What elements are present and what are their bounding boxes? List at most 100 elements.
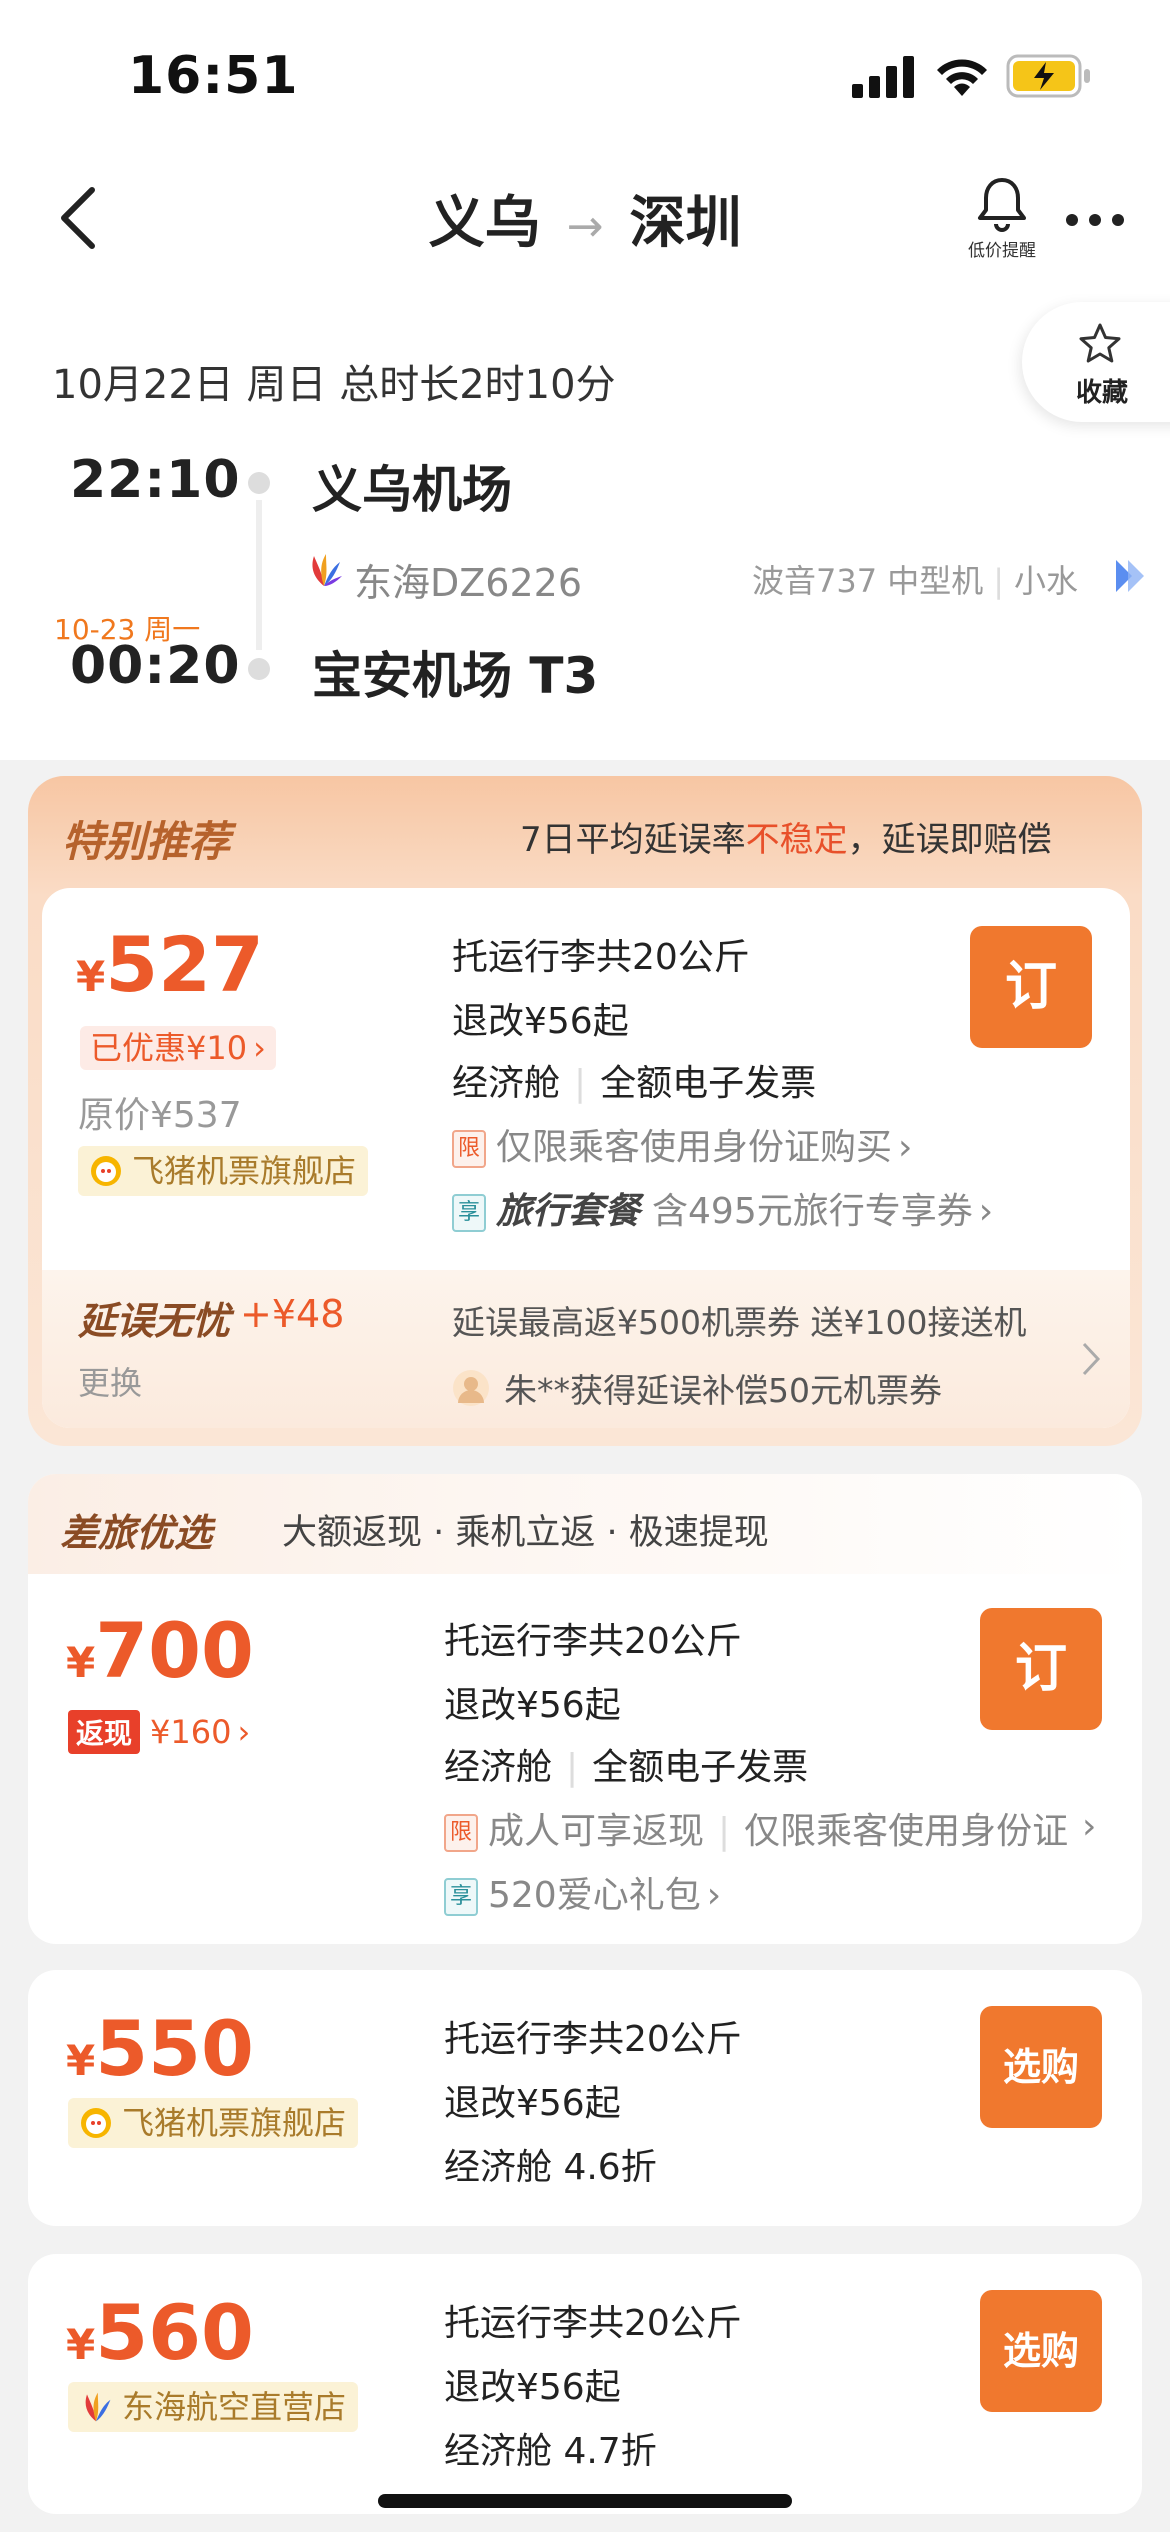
invoice-info: 全额电子发票 bbox=[592, 1747, 809, 1788]
limit-tag: 限 bbox=[444, 1814, 478, 1852]
cashback-amount: ¥160 bbox=[150, 1713, 232, 1751]
arrival-dot bbox=[248, 658, 270, 680]
chevron-right-icon[interactable]: › bbox=[1082, 1806, 1096, 1847]
refund-info: 退改¥56起 bbox=[444, 2083, 621, 2124]
fliggy-logo-icon bbox=[81, 2108, 111, 2138]
delay-insurance-price: +¥48 bbox=[240, 1292, 345, 1336]
limit-tag: 限 bbox=[452, 1130, 486, 1168]
fliggy-logo-icon bbox=[91, 1156, 121, 1186]
limit-text-2: 仅限乘客使用身份证 bbox=[744, 1811, 1069, 1852]
refund-info: 退改¥56起 bbox=[444, 2367, 621, 2408]
delay-rate-note: 7日平均延误率不稳定，延误即赔偿 bbox=[520, 812, 1052, 861]
price-value: 560 bbox=[95, 2288, 254, 2377]
favorite-button[interactable]: 收藏 bbox=[1022, 302, 1170, 422]
battery-icon bbox=[1006, 54, 1090, 98]
chevron-right-icon: › bbox=[253, 1029, 266, 1067]
departure-dot bbox=[248, 472, 270, 494]
timeline-line bbox=[256, 500, 262, 650]
buy-button[interactable]: 选购 bbox=[980, 2006, 1102, 2128]
arrival-time: 00:20 bbox=[70, 636, 241, 696]
currency-symbol: ¥ bbox=[66, 2320, 96, 2369]
cashback-badge[interactable]: 返现 ¥160 › bbox=[68, 1710, 250, 1754]
gift-text: 520爱心礼包 bbox=[488, 1875, 701, 1916]
delay-claim-info: 朱**获得延误补偿50元机票券 bbox=[452, 1364, 942, 1412]
expand-arrow-icon[interactable] bbox=[1112, 556, 1152, 596]
cabin-discount-info: 经济舱 4.7折 bbox=[444, 2431, 657, 2472]
airline-flight-number: 东海DZ6226 bbox=[354, 561, 583, 605]
destination-city: 深圳 bbox=[629, 191, 742, 256]
shop-badge: 东海航空直营店 bbox=[68, 2382, 359, 2432]
business-title: 差旅优选 bbox=[60, 1511, 213, 1555]
home-indicator[interactable] bbox=[378, 2494, 792, 2508]
currency-symbol: ¥ bbox=[66, 1638, 96, 1687]
bell-icon bbox=[978, 178, 1026, 232]
order-button[interactable]: 订 bbox=[970, 926, 1092, 1048]
cabin-invoice-info: 经济舱 | 全额电子发票 bbox=[452, 1063, 817, 1104]
enjoy-tag: 享 bbox=[444, 1878, 478, 1916]
business-price: ¥700 bbox=[66, 1606, 254, 1695]
limit-text: 仅限乘客使用身份证购买 bbox=[496, 1127, 893, 1168]
baggage-info: 托运行李共20公斤 bbox=[444, 2303, 742, 2344]
signal-icon bbox=[852, 56, 914, 98]
package-text: 含495元旅行专享券 bbox=[652, 1191, 973, 1232]
cashback-tag: 返现 bbox=[68, 1710, 141, 1754]
cabin-class: 经济舱 bbox=[452, 1063, 561, 1104]
delay-insurance-title: 延误无忧 bbox=[78, 1299, 231, 1343]
wifi-icon bbox=[937, 59, 987, 96]
refund-info: 退改¥56起 bbox=[444, 1685, 621, 1726]
price-alert-button[interactable]: 低价提醒 bbox=[960, 176, 1044, 261]
shop-name: 东海航空直营店 bbox=[122, 2388, 347, 2426]
aircraft-info: 波音737 中型机 | 小水 bbox=[752, 562, 1079, 600]
flight-date-duration: 10月22日 周日 总时长2时10分 bbox=[52, 362, 616, 408]
star-icon bbox=[1079, 323, 1121, 363]
airline-logo-icon bbox=[312, 554, 342, 586]
aircraft-extra: 小水 bbox=[1014, 562, 1079, 600]
shop-badge: 飞猪机票旗舰店 bbox=[68, 2098, 359, 2148]
chevron-right-icon: › bbox=[978, 1191, 994, 1232]
delay-note-prefix: 7日平均延误率 bbox=[520, 820, 746, 860]
avatar bbox=[453, 1370, 489, 1406]
limit-text: 成人可享返现 bbox=[488, 1811, 705, 1852]
delay-note-suffix: ，延误即赔偿 bbox=[847, 820, 1052, 860]
offer-price: ¥560 bbox=[66, 2288, 254, 2377]
more-icon[interactable] bbox=[1064, 212, 1126, 228]
chevron-right-icon: › bbox=[237, 1713, 251, 1751]
change-insurance-link[interactable]: 更换 bbox=[78, 1358, 142, 1404]
package-title: 旅行套餐 bbox=[496, 1191, 641, 1232]
special-recommend-title: 特别推荐 bbox=[62, 817, 231, 866]
special-price: ¥527 bbox=[76, 920, 264, 1009]
departure-time: 22:10 bbox=[70, 450, 241, 510]
discount-badge[interactable]: 已优惠¥10 › bbox=[80, 1026, 276, 1070]
delay-insurance-desc: 延误最高返¥500机票券 送¥100接送机 bbox=[452, 1303, 1027, 1342]
original-price: 原价¥537 bbox=[78, 1095, 242, 1136]
shop-name: 飞猪机票旗舰店 bbox=[122, 2104, 347, 2142]
shop-name: 飞猪机票旗舰店 bbox=[132, 1152, 357, 1190]
baggage-info: 托运行李共20公斤 bbox=[452, 937, 750, 978]
discount-text: 已优惠¥10 bbox=[90, 1029, 248, 1067]
price-value: 700 bbox=[95, 1606, 254, 1695]
travel-package[interactable]: 享旅行套餐 含495元旅行专享券 › bbox=[452, 1182, 993, 1234]
delay-note-highlight: 不稳定 bbox=[745, 820, 848, 860]
chevron-right-icon: › bbox=[898, 1127, 913, 1168]
price-alert-label: 低价提醒 bbox=[968, 241, 1036, 261]
enjoy-tag: 享 bbox=[452, 1194, 486, 1232]
origin-city: 义乌 bbox=[428, 191, 541, 256]
gift-package[interactable]: 享 520爱心礼包 › bbox=[444, 1866, 721, 1918]
refund-info: 退改¥56起 bbox=[452, 1001, 629, 1042]
limit-rule[interactable]: 限成人可享返现 | 仅限乘客使用身份证 bbox=[444, 1802, 1104, 1854]
limit-rule[interactable]: 限仅限乘客使用身份证购买 › bbox=[452, 1118, 912, 1170]
delay-claim-text: 朱**获得延误补偿50元机票券 bbox=[504, 1371, 942, 1410]
currency-symbol: ¥ bbox=[66, 2036, 96, 2085]
aircraft-type: 波音737 中型机 bbox=[752, 562, 984, 600]
invoice-info: 全额电子发票 bbox=[600, 1063, 817, 1104]
cabin-discount-info: 经济舱 4.6折 bbox=[444, 2147, 657, 2188]
airline-logo-icon bbox=[85, 2392, 111, 2422]
favorite-label: 收藏 bbox=[1076, 378, 1129, 408]
cabin-invoice-info: 经济舱 | 全额电子发票 bbox=[444, 1747, 809, 1788]
buy-button[interactable]: 选购 bbox=[980, 2290, 1102, 2412]
shop-badge: 飞猪机票旗舰店 bbox=[78, 1146, 369, 1196]
chevron-right-icon[interactable] bbox=[1080, 1340, 1102, 1378]
order-button[interactable]: 订 bbox=[980, 1608, 1102, 1730]
baggage-info: 托运行李共20公斤 bbox=[444, 2019, 742, 2060]
business-slogan: 大额返现 · 乘机立返 · 极速提现 bbox=[282, 1513, 769, 1553]
